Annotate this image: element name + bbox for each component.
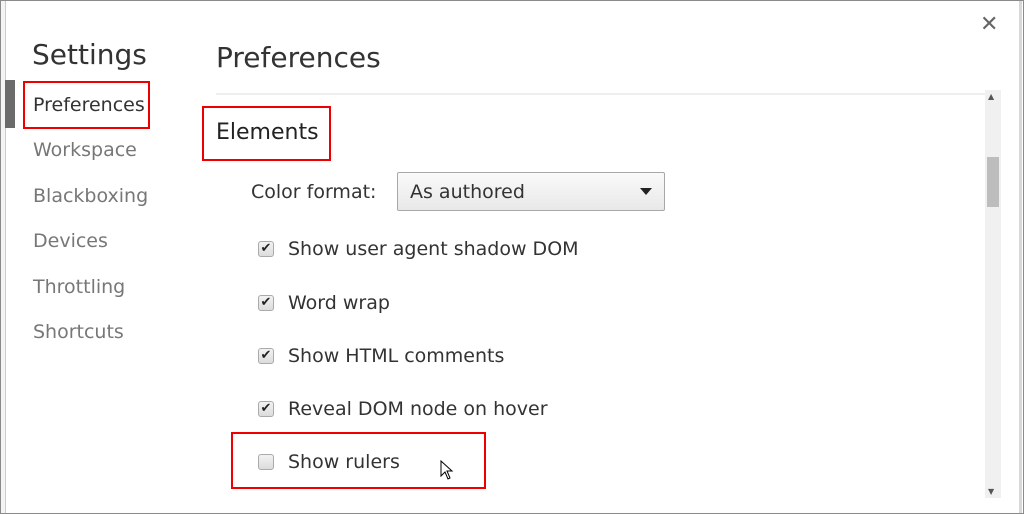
left-edge xyxy=(0,0,6,514)
chevron-down-icon xyxy=(640,188,652,195)
close-icon[interactable]: ✕ xyxy=(980,12,998,37)
mouse-cursor-icon xyxy=(440,460,454,480)
sidebar-item-throttling[interactable]: Throttling xyxy=(33,274,148,319)
sidebar-item-shortcuts[interactable]: Shortcuts xyxy=(33,319,148,364)
checkbox-label: Show user agent shadow DOM xyxy=(288,238,579,260)
scroll-down-icon[interactable]: ▼ xyxy=(988,487,994,496)
checkbox-word-wrap[interactable]: ✔ Word wrap xyxy=(258,291,390,315)
sidebar-item-workspace[interactable]: Workspace xyxy=(33,137,148,182)
checkbox-reveal-dom[interactable]: ✔ Reveal DOM node on hover xyxy=(258,397,548,421)
highlight-box-elements xyxy=(202,106,331,161)
scroll-up-icon[interactable]: ▲ xyxy=(988,92,994,101)
checkbox-checked-icon[interactable]: ✔ xyxy=(258,241,274,257)
sidebar-item-devices[interactable]: Devices xyxy=(33,228,148,273)
color-format-label: Color format: xyxy=(251,181,377,203)
checkbox-label: Reveal DOM node on hover xyxy=(288,398,548,420)
active-indicator xyxy=(5,80,15,128)
window-edge xyxy=(1019,0,1022,514)
checkbox-shadow-dom[interactable]: ✔ Show user agent shadow DOM xyxy=(258,237,579,261)
checkbox-checked-icon[interactable]: ✔ xyxy=(258,295,274,311)
color-format-value: As authored xyxy=(410,181,525,203)
scrollbar[interactable]: ▲ ▼ xyxy=(985,90,1001,498)
color-format-select[interactable]: As authored xyxy=(397,172,665,211)
checkbox-checked-icon[interactable]: ✔ xyxy=(258,401,274,417)
divider xyxy=(216,93,986,95)
checkbox-label: Word wrap xyxy=(288,292,390,314)
sidebar-item-blackboxing[interactable]: Blackboxing xyxy=(33,183,148,228)
checkbox-html-comments[interactable]: ✔ Show HTML comments xyxy=(258,344,504,368)
settings-title: Settings xyxy=(32,38,147,71)
highlight-box-preferences xyxy=(23,81,150,129)
scrollbar-thumb[interactable] xyxy=(987,157,999,207)
sidebar-nav: Preferences Workspace Blackboxing Device… xyxy=(33,92,148,364)
checkbox-label: Show HTML comments xyxy=(288,345,505,367)
page-title: Preferences xyxy=(216,41,381,74)
checkbox-checked-icon[interactable]: ✔ xyxy=(258,348,274,364)
